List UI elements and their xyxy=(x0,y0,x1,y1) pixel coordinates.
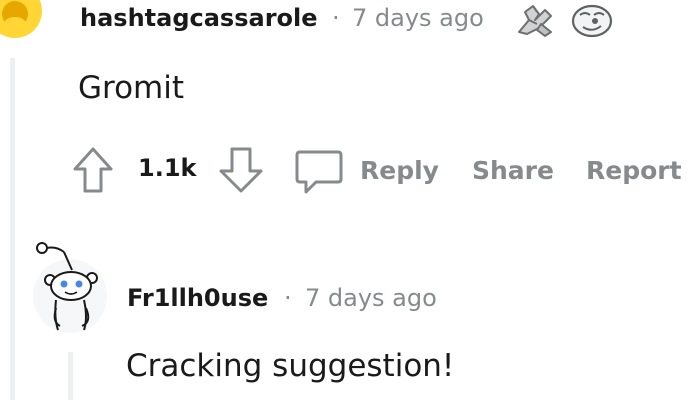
comment-bubble-icon[interactable] xyxy=(294,148,344,198)
user-avatar-icon[interactable] xyxy=(0,0,42,38)
downvote-arrow-icon[interactable] xyxy=(218,146,264,194)
comment-1-body: Gromit xyxy=(78,70,185,106)
share-button[interactable]: Share xyxy=(472,156,554,185)
comment-1-timestamp[interactable]: 7 days ago xyxy=(352,4,484,32)
comment-2-body: Cracking suggestion! xyxy=(126,348,455,384)
vote-score: 1.1k xyxy=(138,154,197,182)
meta-separator: · xyxy=(284,284,292,312)
thread-line-main[interactable] xyxy=(10,58,15,400)
report-button[interactable]: Report xyxy=(586,156,682,185)
meta-separator: · xyxy=(332,4,340,32)
arm-wrestling-award-icon[interactable] xyxy=(515,2,555,38)
thread-line-nested[interactable] xyxy=(68,352,73,400)
smiling-face-award-icon[interactable] xyxy=(570,4,614,38)
comment-1-username[interactable]: hashtagcassarole xyxy=(80,4,318,32)
comment-2-username[interactable]: Fr1llh0use xyxy=(127,284,268,312)
snoo-avatar-icon[interactable] xyxy=(30,238,110,334)
reply-button[interactable]: Reply xyxy=(360,156,439,185)
upvote-arrow-icon[interactable] xyxy=(72,146,114,194)
comment-2-timestamp[interactable]: 7 days ago xyxy=(305,284,437,312)
